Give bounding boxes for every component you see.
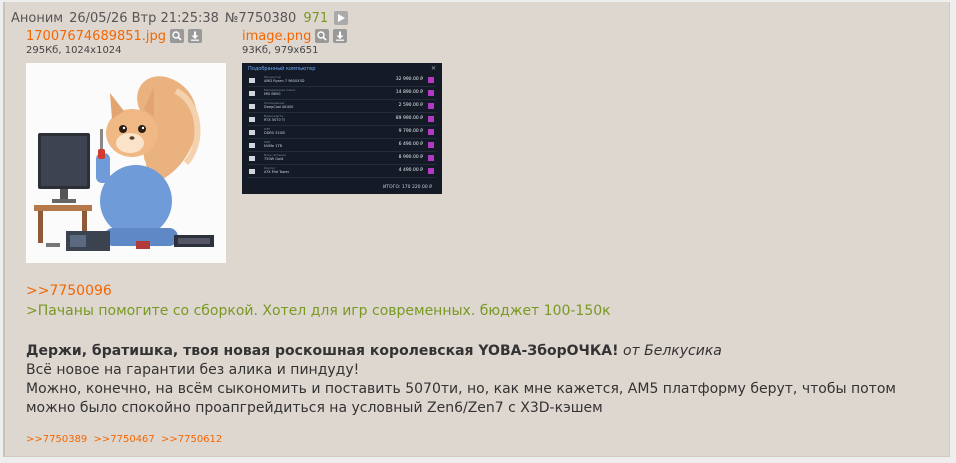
body-signature: от Белкусика bbox=[622, 343, 722, 359]
component-product: RTX 5070 Ti bbox=[264, 118, 285, 122]
component-price: 2 590.00 ₽ bbox=[398, 103, 423, 108]
component-icon bbox=[249, 91, 255, 96]
pc-build-title: Подобранный компьютер bbox=[248, 66, 316, 72]
component-price: 4 490.00 ₽ bbox=[398, 168, 423, 173]
component-icon bbox=[249, 130, 255, 135]
download-icon[interactable] bbox=[188, 29, 203, 43]
reply-backlink[interactable]: >>7750389 bbox=[26, 434, 87, 445]
post-date: 26/05/26 Втр 21:25:38 bbox=[69, 10, 219, 26]
body-line-3: Можно, конечно, на всём сыкономить и пос… bbox=[26, 381, 896, 416]
component-tag-icon bbox=[428, 142, 434, 148]
poster-name: Аноним bbox=[11, 10, 64, 26]
component-icon bbox=[249, 169, 255, 174]
replies-list: >>7750389 >>7750467 >>7750612 bbox=[26, 434, 225, 445]
pc-build-row: Материнская плата MSI B650 14 890.00 ₽ bbox=[248, 88, 436, 100]
component-icon bbox=[249, 78, 255, 83]
post-number[interactable]: №7750380 bbox=[225, 11, 296, 26]
component-price: 89 990.00 ₽ bbox=[395, 116, 423, 121]
file-2-meta: 93Кб, 979x651 bbox=[242, 45, 319, 56]
pc-build-row: SSD NVMe 1TB 6 490.00 ₽ bbox=[248, 140, 436, 152]
body-bold-line: Держи, братишка, твоя новая роскошная ко… bbox=[26, 343, 619, 359]
play-icon[interactable] bbox=[334, 11, 349, 25]
component-tag-icon bbox=[428, 168, 434, 174]
component-price: 8 990.00 ₽ bbox=[398, 155, 423, 160]
pc-build-row: Блок питания 750W Gold 8 990.00 ₽ bbox=[248, 153, 436, 165]
pc-build-total: ИТОГО: 170 220.00 ₽ bbox=[383, 185, 432, 190]
component-price: 14 890.00 ₽ bbox=[395, 90, 423, 95]
file-2-name[interactable]: image.png bbox=[242, 29, 311, 44]
file-2: image.png 93Кб, 979x651 bbox=[242, 28, 348, 56]
component-tag-icon bbox=[428, 90, 434, 96]
pc-build-row: Охлаждение DeepCool AK400 2 590.00 ₽ bbox=[248, 101, 436, 113]
post-container: Аноним 26/05/26 Втр 21:25:38 №7750380 97… bbox=[3, 2, 950, 457]
component-tag-icon bbox=[428, 129, 434, 135]
component-product: 750W Gold bbox=[264, 157, 284, 161]
component-icon bbox=[249, 104, 255, 109]
pc-build-row: Корпус ATX Mid Tower 4 490.00 ₽ bbox=[248, 166, 436, 178]
component-product: MSI B650 bbox=[264, 92, 281, 96]
component-icon bbox=[249, 143, 255, 148]
reply-backlink[interactable]: >>7750612 bbox=[161, 434, 222, 445]
component-icon bbox=[249, 156, 255, 161]
component-icon bbox=[249, 117, 255, 122]
component-tag-icon bbox=[428, 103, 434, 109]
pc-build-row: Видеокарта RTX 5070 Ti 89 990.00 ₽ bbox=[248, 114, 436, 126]
file-1: 17007674689851.jpg 295Кб, 1024x1024 bbox=[26, 28, 203, 56]
component-price: 32 990.00 ₽ bbox=[395, 77, 423, 82]
component-product: AMD Ryzen 7 9800X3D bbox=[264, 79, 305, 83]
greentext-quote: >Пачаны помогите со сборкой. Хотел для и… bbox=[26, 303, 611, 319]
post: Аноним 26/05/26 Втр 21:25:38 №7750380 97… bbox=[3, 2, 950, 457]
pc-build-row: ОЗУ DDR5 32GB 9 790.00 ₽ bbox=[248, 127, 436, 139]
file-1-name[interactable]: 17007674689851.jpg bbox=[26, 29, 166, 44]
file-1-meta: 295Кб, 1024x1024 bbox=[26, 45, 122, 56]
image-thumbnail-pc-build[interactable]: Подобранный компьютер ✕ Процессор AMD Ryz… bbox=[242, 63, 442, 194]
image-thumbnail-squirrel[interactable] bbox=[26, 63, 226, 263]
component-product: DDR5 32GB bbox=[264, 131, 285, 135]
pc-build-row: Процессор AMD Ryzen 7 9800X3D 32 990.00 ₽ bbox=[248, 75, 436, 87]
body-line-2: Всё новое на гарантии без алика и пиндуд… bbox=[26, 362, 360, 378]
search-icon[interactable] bbox=[170, 29, 185, 43]
reply-link[interactable]: >>7750096 bbox=[26, 283, 112, 299]
download-icon[interactable] bbox=[333, 29, 348, 43]
reply-backlink[interactable]: >>7750467 bbox=[93, 434, 154, 445]
component-tag-icon bbox=[428, 155, 434, 161]
component-product: NVMe 1TB bbox=[264, 144, 283, 148]
close-icon: ✕ bbox=[430, 65, 436, 72]
component-tag-icon bbox=[428, 116, 434, 122]
search-icon[interactable] bbox=[315, 29, 330, 43]
component-product: ATX Mid Tower bbox=[264, 170, 290, 174]
component-price: 9 790.00 ₽ bbox=[398, 129, 423, 134]
post-header: Аноним 26/05/26 Втр 21:25:38 №7750380 97… bbox=[11, 8, 349, 28]
post-body: Держи, братишка, твоя новая роскошная ко… bbox=[26, 342, 946, 418]
post-count: 971 bbox=[303, 10, 329, 26]
component-product: DeepCool AK400 bbox=[264, 105, 294, 109]
component-price: 6 490.00 ₽ bbox=[398, 142, 423, 147]
component-tag-icon bbox=[428, 77, 434, 83]
